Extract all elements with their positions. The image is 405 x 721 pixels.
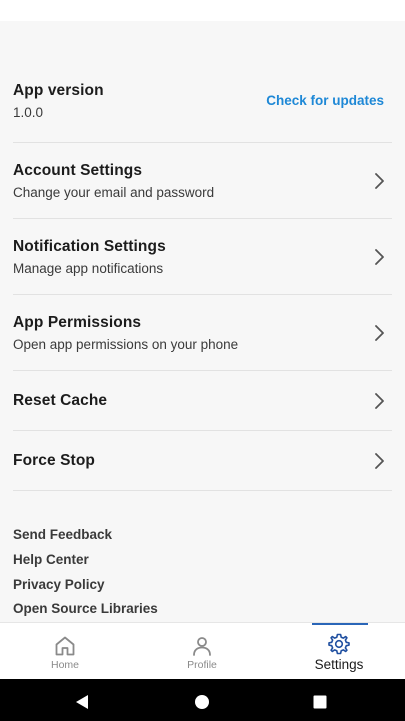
person-icon (193, 637, 211, 656)
send-feedback-link[interactable]: Send Feedback (13, 527, 112, 542)
chevron-right-icon (375, 173, 384, 189)
chevron-right-icon (375, 249, 384, 265)
settings-item-title: Notification Settings (13, 238, 166, 255)
nav-tab-label: Home (50, 659, 79, 671)
help-center-link[interactable]: Help Center (13, 552, 89, 567)
status-bar (0, 0, 405, 21)
nav-tab-home[interactable]: Home (25, 623, 105, 680)
settings-item-reset-cache[interactable]: Reset Cache (13, 371, 392, 431)
settings-item-notifications[interactable]: Notification Settings Manage app notific… (13, 219, 392, 295)
app-version-value: 1.0.0 (13, 105, 44, 120)
nav-tab-profile[interactable]: Profile (162, 623, 242, 680)
settings-item-account[interactable]: Account Settings Change your email and p… (13, 143, 392, 219)
chevron-right-icon (375, 453, 384, 469)
settings-item-title: Account Settings (13, 162, 143, 179)
settings-item-subtitle: Change your email and password (13, 185, 215, 200)
bottom-navigation: Home Profile Settings (0, 622, 405, 679)
privacy-policy-link[interactable]: Privacy Policy (13, 577, 105, 592)
chevron-right-icon (375, 325, 384, 341)
nav-tab-settings[interactable]: Settings (299, 623, 379, 680)
chevron-right-icon (375, 393, 384, 409)
settings-content: App version 1.0.0 Check for updates Acco… (0, 21, 405, 622)
settings-item-force-stop[interactable]: Force Stop (13, 431, 392, 491)
settings-item-permissions[interactable]: App Permissions Open app permissions on … (13, 295, 392, 371)
back-icon[interactable] (74, 694, 90, 710)
settings-item-subtitle: Manage app notifications (13, 261, 164, 276)
home-icon (55, 636, 75, 656)
app-version-label: App version (13, 82, 104, 99)
app-version-row: App version 1.0.0 Check for updates (13, 21, 392, 143)
settings-item-title: Force Stop (13, 452, 95, 469)
settings-item-subtitle: Open app permissions on your phone (13, 337, 239, 352)
settings-item-title: Reset Cache (13, 392, 108, 409)
recents-icon[interactable] (313, 695, 327, 709)
nav-tab-label: Profile (187, 659, 217, 671)
open-source-libraries-link[interactable]: Open Source Libraries (13, 601, 158, 616)
check-updates-button[interactable]: Check for updates (266, 93, 384, 108)
home-button-icon[interactable] (194, 694, 210, 710)
gear-icon (328, 633, 350, 655)
nav-tab-label: Settings (314, 657, 364, 672)
system-navigation-bar (0, 679, 405, 721)
settings-item-title: App Permissions (13, 314, 142, 331)
